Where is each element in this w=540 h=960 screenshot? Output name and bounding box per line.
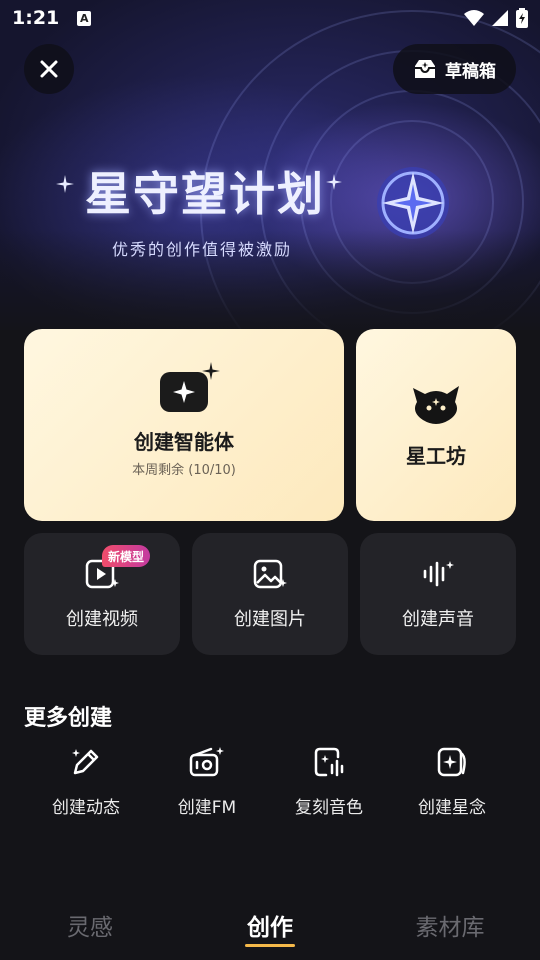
workshop-title: 星工坊: [406, 443, 466, 468]
voice-clone-icon: [314, 747, 344, 777]
inbox-tray-icon: [415, 60, 435, 78]
battery-icon: [516, 8, 528, 28]
sparkle-icon: [326, 174, 342, 190]
create-fm-item[interactable]: 创建FM: [147, 745, 267, 818]
star-emblem-icon: [377, 167, 449, 239]
image-sparkle-icon: [253, 559, 287, 589]
create-video-label: 创建视频: [66, 609, 138, 630]
sparkle-icon: [56, 175, 74, 193]
status-time: 1:21: [12, 7, 60, 29]
workshop-card[interactable]: 星工坊: [356, 329, 516, 521]
app-notification-icon: A: [77, 10, 92, 26]
soundwave-sparkle-icon: [423, 561, 454, 587]
create-star-note-item[interactable]: 创建星念: [392, 745, 512, 818]
more-create-title: 更多创建: [24, 706, 113, 731]
star-card-icon: [437, 747, 466, 777]
tab-inspiration[interactable]: 灵感: [30, 908, 150, 942]
voice-clone-label: 复刻音色: [295, 798, 363, 818]
create-post-item[interactable]: 创建动态: [26, 745, 146, 818]
workshop-icon: [413, 385, 459, 424]
radio-icon: [189, 747, 224, 777]
create-agent-quota: 本周剩余 (10/10): [132, 463, 236, 478]
create-image-label: 创建图片: [234, 609, 306, 630]
pencil-sparkle-icon: [72, 749, 99, 775]
create-voice-card[interactable]: 创建声音: [360, 533, 516, 655]
signal-icon: [492, 10, 508, 26]
create-agent-title: 创建智能体: [134, 430, 234, 454]
bottom-tab-bar: 灵感 创作 素材库: [0, 890, 540, 960]
drafts-label: 草稿箱: [445, 61, 496, 82]
banner-subtitle: 优秀的创作值得被激励: [111, 240, 292, 259]
create-star-note-label: 创建星念: [418, 798, 486, 818]
agent-icon: [160, 362, 220, 412]
tab-materials[interactable]: 素材库: [390, 908, 510, 942]
create-fm-label: 创建FM: [177, 798, 237, 818]
drafts-button[interactable]: 草稿箱: [393, 44, 516, 94]
create-image-card[interactable]: 创建图片: [192, 533, 348, 655]
tab-create[interactable]: 创作: [210, 908, 330, 942]
create-agent-card[interactable]: 创建智能体 本周剩余 (10/10): [24, 329, 344, 521]
new-model-badge: 新模型: [102, 545, 151, 567]
create-voice-label: 创建声音: [402, 609, 474, 630]
voice-clone-item[interactable]: 复刻音色: [269, 745, 389, 818]
create-post-label: 创建动态: [52, 798, 120, 818]
banner-title: 星守望计划: [85, 167, 325, 221]
status-bar: 1:21 A: [0, 0, 540, 36]
close-button[interactable]: [24, 44, 74, 94]
wifi-icon: [464, 10, 484, 26]
active-tab-indicator: [245, 944, 295, 947]
close-icon: [40, 60, 58, 78]
